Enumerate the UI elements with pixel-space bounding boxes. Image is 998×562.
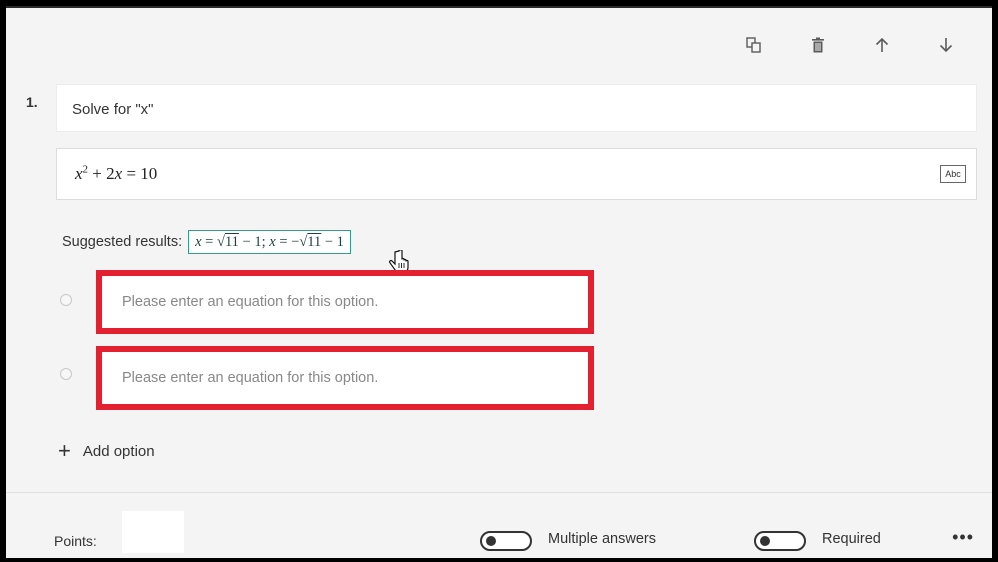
r2-tail: − 1 (321, 234, 344, 250)
eq-exponent: 2 (82, 163, 89, 175)
toggle-knob (486, 536, 496, 546)
equation-input[interactable]: x2 + 2x = 10 Abc (56, 148, 977, 200)
copy-icon (746, 37, 761, 53)
add-option-button[interactable]: + Add option (58, 440, 155, 462)
copy-question-button[interactable] (722, 30, 786, 60)
r1-sqrt: √ (216, 234, 225, 250)
suggested-results: Suggested results: x = √11 − 1; x = −√11… (62, 230, 351, 254)
points-label: Points: (54, 533, 97, 549)
option-input-box (96, 270, 594, 334)
question-toolbar (722, 30, 978, 60)
option-radio[interactable] (60, 368, 72, 380)
equation-display: x2 + 2x = 10 (75, 163, 158, 183)
text-mode-icon[interactable]: Abc (940, 165, 966, 183)
answer-option (56, 346, 596, 410)
required-toggle[interactable] (754, 531, 806, 551)
question-editor-card: 1. Solve for "x" x2 + 2x = 10 Abc Sugges… (6, 6, 992, 558)
top-border (6, 6, 992, 8)
question-footer: Points: Multiple answers Required ••• (6, 493, 992, 558)
trash-icon (812, 37, 824, 53)
option-radio[interactable] (60, 294, 72, 306)
option-equation-input[interactable] (122, 276, 588, 328)
suggested-results-label: Suggested results: (62, 234, 183, 250)
add-option-label: Add option (82, 442, 155, 460)
eq-equals: = 10 (126, 163, 158, 183)
option-equation-input[interactable] (122, 352, 588, 404)
plus-icon: + (58, 438, 71, 463)
option-input-box (96, 346, 594, 410)
delete-question-button[interactable] (786, 30, 850, 60)
question-number: 1. (26, 94, 38, 110)
r2-radicand: 11 (307, 234, 322, 250)
question-title-input[interactable]: Solve for "x" (56, 84, 977, 132)
multiple-answers-label: Multiple answers (548, 531, 656, 547)
move-down-button[interactable] (914, 30, 978, 60)
eq-var-x: x (75, 163, 83, 183)
multiple-answers-toggle[interactable] (480, 531, 532, 551)
r1-eq: = (201, 234, 217, 250)
move-up-button[interactable] (850, 30, 914, 60)
eq-var-x2: x (114, 163, 123, 183)
suggested-result-chip[interactable]: x = √11 − 1; x = −√11 − 1 (188, 230, 351, 254)
eq-plus-term: + 2 (92, 163, 115, 183)
r1-radicand: 11 (224, 234, 239, 250)
points-input[interactable] (122, 511, 184, 553)
arrow-down-icon (939, 38, 953, 53)
more-options-icon[interactable]: ••• (952, 527, 974, 548)
r1-tail: − 1; (238, 234, 270, 250)
r2-eq: = − (275, 234, 300, 250)
required-label: Required (822, 531, 881, 547)
arrow-up-icon (875, 37, 889, 52)
toggle-knob (760, 536, 770, 546)
answer-option (56, 270, 596, 334)
